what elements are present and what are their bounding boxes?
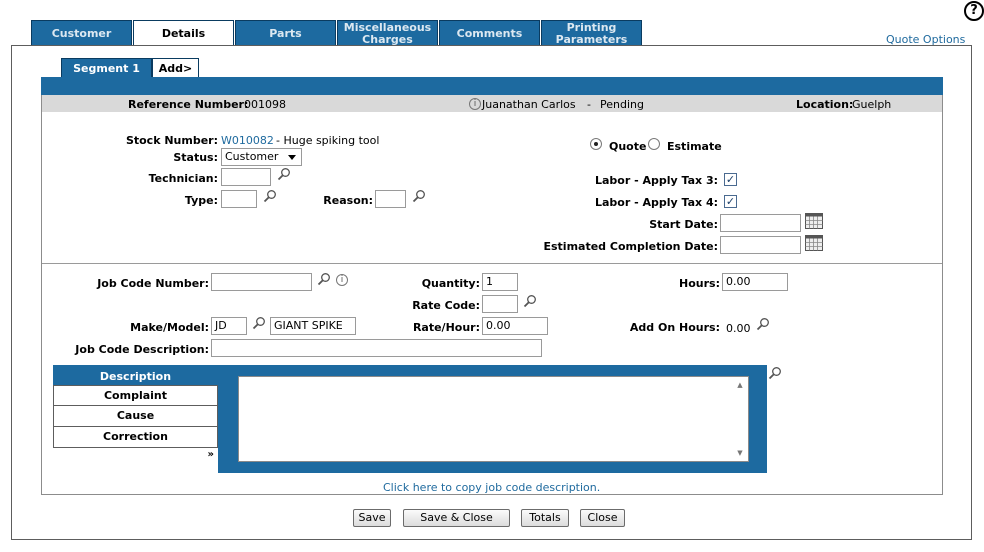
make-input[interactable]: JD [211, 317, 247, 335]
totals-button[interactable]: Totals [521, 509, 569, 527]
chevron-down-icon [288, 155, 296, 160]
description-item-complaint[interactable]: Complaint [53, 385, 218, 406]
customer-name: Juanathan Carlos [482, 98, 576, 111]
estimate-radio-label: Estimate [667, 140, 722, 153]
hours-label: Hours: [679, 277, 720, 290]
add-on-hours-search-icon[interactable] [756, 317, 770, 331]
job-description-input[interactable] [211, 339, 542, 357]
reference-number-value: 001098 [244, 98, 286, 111]
reference-number-label: Reference Number: [128, 98, 249, 111]
rate-hour-label: Rate/Hour: [412, 321, 480, 334]
segment-header-bar [41, 77, 943, 95]
section-divider [42, 263, 942, 264]
start-date-label: Start Date: [649, 218, 718, 231]
help-icon[interactable]: ? [964, 1, 984, 21]
status-select[interactable]: Customer [221, 148, 302, 166]
description-more[interactable]: » [208, 449, 214, 460]
copy-description-link[interactable]: Click here to copy job code description. [383, 481, 600, 494]
tab-printing-parameters[interactable]: Printing Parameters [541, 20, 642, 46]
tab-details[interactable]: Details [133, 20, 234, 47]
tax3-label: Labor - Apply Tax 3: [594, 174, 718, 187]
type-input[interactable] [221, 190, 257, 208]
rate-code-search-icon[interactable] [523, 294, 537, 308]
est-completion-calendar-icon[interactable] [805, 235, 823, 251]
hours-input[interactable]: 0.00 [722, 273, 788, 291]
tax3-checkbox[interactable]: ✓ [724, 173, 737, 186]
stock-number-label: Stock Number: [125, 134, 218, 147]
reason-search-icon[interactable] [412, 189, 426, 203]
estimate-radio[interactable] [648, 138, 660, 150]
rate-code-input[interactable] [482, 295, 518, 313]
quantity-label: Quantity: [421, 277, 480, 290]
est-completion-label: Estimated Completion Date: [543, 240, 718, 253]
make-model-label: Make/Model: [130, 321, 209, 334]
job-code-label: Job Code Number: [97, 277, 209, 290]
job-description-label: Job Code Description: [75, 343, 209, 356]
tab-miscellaneous-charges[interactable]: Miscellaneous Charges [337, 20, 438, 46]
start-date-calendar-icon[interactable] [805, 213, 823, 229]
stock-number-link[interactable]: W010082 [221, 134, 274, 147]
reason-input[interactable] [375, 190, 406, 208]
add-on-hours-value: 0.00 [726, 322, 751, 335]
model-input[interactable]: GIANT SPIKE [270, 317, 356, 335]
description-item-cause[interactable]: Cause [53, 406, 218, 427]
quote-status: Pending [600, 98, 644, 111]
est-completion-input[interactable] [720, 236, 801, 254]
reason-label: Reason: [323, 194, 373, 207]
technician-search-icon[interactable] [277, 167, 291, 181]
header-separator: - [587, 98, 591, 111]
description-textarea[interactable]: ▲ ▼ [238, 376, 749, 462]
job-code-search-icon[interactable] [317, 272, 331, 286]
type-search-icon[interactable] [263, 189, 277, 203]
quantity-input[interactable]: 1 [482, 273, 518, 291]
location-value: Guelph [852, 98, 892, 111]
quote-radio[interactable] [590, 138, 602, 150]
close-button[interactable]: Close [580, 509, 625, 527]
technician-input[interactable] [221, 168, 271, 186]
add-segment-tab[interactable]: Add> [152, 58, 199, 78]
description-search-icon[interactable] [768, 366, 782, 380]
description-item-correction[interactable]: Correction [53, 427, 218, 448]
quote-radio-label: Quote [609, 140, 647, 153]
description-nav: Complaint Cause Correction » [53, 385, 218, 473]
stock-description: - Huge spiking tool [276, 134, 380, 147]
job-code-info-icon[interactable]: i [336, 274, 348, 286]
tab-comments[interactable]: Comments [439, 20, 540, 46]
rate-code-label: Rate Code: [412, 299, 480, 312]
tab-segment-1[interactable]: Segment 1 [61, 58, 152, 78]
make-model-search-icon[interactable] [252, 316, 266, 330]
location-label: Location: [796, 98, 854, 111]
start-date-input[interactable] [720, 214, 801, 232]
job-code-input[interactable] [211, 273, 312, 291]
tab-parts[interactable]: Parts [235, 20, 336, 46]
scroll-down-icon[interactable]: ▼ [735, 448, 745, 458]
main-tabs: Customer Details Parts Miscellaneous Cha… [31, 20, 643, 47]
customer-info-icon[interactable]: i [469, 98, 481, 110]
description-header: Description [99, 370, 172, 383]
tax4-label: Labor - Apply Tax 4: [594, 196, 718, 209]
tax4-checkbox[interactable]: ✓ [724, 195, 737, 208]
scroll-up-icon[interactable]: ▲ [735, 380, 745, 390]
save-close-button[interactable]: Save & Close [403, 509, 510, 527]
save-button[interactable]: Save [353, 509, 391, 527]
status-label: Status: [173, 151, 218, 164]
technician-label: Technician: [148, 172, 218, 185]
segment-tabs: Segment 1 Add> [61, 58, 199, 78]
tab-customer[interactable]: Customer [31, 20, 132, 46]
rate-hour-input[interactable]: 0.00 [482, 317, 548, 335]
add-on-hours-label: Add On Hours: [629, 321, 720, 334]
status-select-value: Customer [225, 150, 279, 163]
type-label: Type: [184, 194, 218, 207]
